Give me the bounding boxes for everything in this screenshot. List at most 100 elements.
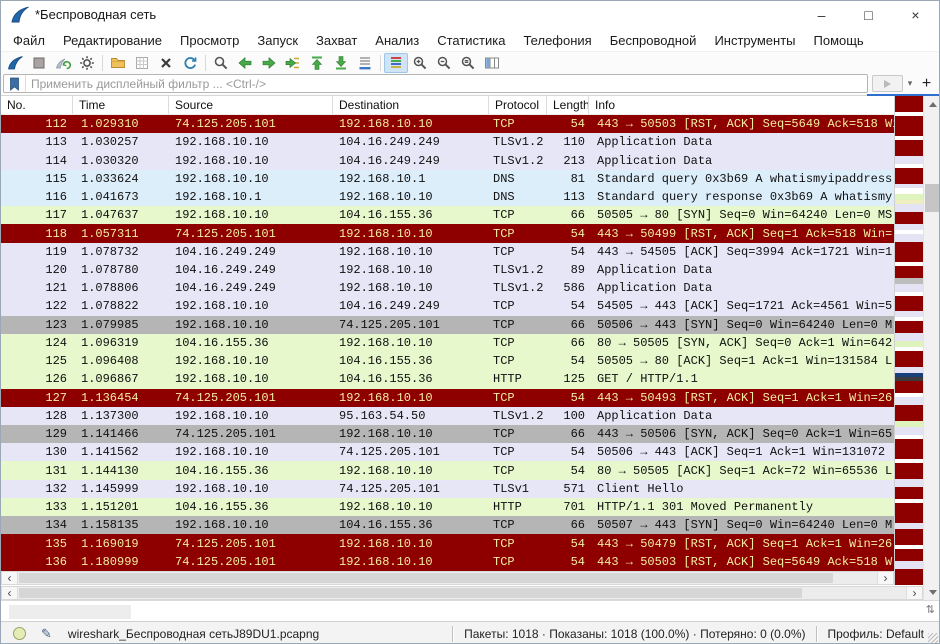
- column-header-destination[interactable]: Destination: [333, 96, 489, 114]
- stop-capture-button[interactable]: [27, 53, 51, 73]
- packet-row-121[interactable]: 1211.078806104.16.249.249192.168.10.10TL…: [1, 279, 894, 297]
- hscroll-right-arrow[interactable]: ›: [877, 572, 893, 584]
- packet-row-136[interactable]: 1361.18099974.125.205.101192.168.10.10TC…: [1, 553, 894, 571]
- hscroll-left-arrow[interactable]: ‹: [2, 572, 18, 584]
- horizontal-scrollbar-list[interactable]: ‹ ›: [1, 571, 894, 585]
- packet-cell-destination: 104.16.249.249: [333, 135, 489, 149]
- go-top-button[interactable]: [305, 53, 329, 73]
- column-header-no[interactable]: No.: [1, 96, 73, 114]
- resize-columns-button[interactable]: [480, 53, 504, 73]
- packet-cell-source: 192.168.10.10: [169, 518, 333, 532]
- menu-item-помощь[interactable]: Помощь: [805, 31, 873, 50]
- packet-row-114[interactable]: 1141.030320192.168.10.10104.16.249.249TL…: [1, 151, 894, 169]
- hscroll2-left-arrow[interactable]: ‹: [2, 587, 18, 599]
- packet-cell-protocol: TCP: [489, 354, 547, 368]
- menu-item-беспроводной[interactable]: Беспроводной: [601, 31, 706, 50]
- hscroll2-thumb[interactable]: [19, 588, 802, 598]
- collapsed-pane-handle[interactable]: [9, 605, 131, 619]
- packet-row-134[interactable]: 1341.158135192.168.10.10104.16.155.36TCP…: [1, 516, 894, 534]
- hscroll2-right-arrow[interactable]: ›: [906, 587, 922, 599]
- menu-item-захват[interactable]: Захват: [307, 31, 366, 50]
- packet-cell-info: 54505 → 443 [ACK] Seq=1721 Ack=4561 Win=…: [589, 299, 894, 313]
- packet-row-120[interactable]: 1201.078780104.16.249.249192.168.10.10TL…: [1, 261, 894, 279]
- zoom-in-button[interactable]: [408, 53, 432, 73]
- colorize-button[interactable]: [384, 53, 408, 73]
- packet-row-130[interactable]: 1301.141562192.168.10.1074.125.205.101TC…: [1, 443, 894, 461]
- go-back-button[interactable]: [233, 53, 257, 73]
- go-forward-button[interactable]: [257, 53, 281, 73]
- packet-cell-time: 1.078806: [73, 281, 169, 295]
- column-header-protocol[interactable]: Protocol: [489, 96, 547, 114]
- packet-row-133[interactable]: 1331.151201104.16.155.36192.168.10.10HTT…: [1, 498, 894, 516]
- capture-options-button[interactable]: [75, 53, 99, 73]
- packet-row-115[interactable]: 1151.033624192.168.10.10192.168.10.1DNS8…: [1, 170, 894, 188]
- packet-row-129[interactable]: 1291.14146674.125.205.101192.168.10.10TC…: [1, 425, 894, 443]
- packet-row-118[interactable]: 1181.05731174.125.205.101192.168.10.10TC…: [1, 224, 894, 242]
- save-file-button[interactable]: [130, 53, 154, 73]
- packet-row-112[interactable]: 1121.02931074.125.205.101192.168.10.10TC…: [1, 115, 894, 133]
- packet-row-124[interactable]: 1241.096319104.16.155.36192.168.10.10TCP…: [1, 334, 894, 352]
- packet-row-128[interactable]: 1281.137300192.168.10.1095.163.54.50TLSv…: [1, 407, 894, 425]
- packet-cell-destination: 192.168.10.10: [333, 500, 489, 514]
- zoom-original-button[interactable]: [456, 53, 480, 73]
- open-file-button[interactable]: [106, 53, 130, 73]
- find-packet-button[interactable]: [209, 53, 233, 73]
- column-header-time[interactable]: Time: [73, 96, 169, 114]
- auto-scroll-button[interactable]: [353, 53, 377, 73]
- packet-cell-source: 74.125.205.101: [169, 537, 333, 551]
- packet-row-113[interactable]: 1131.030257192.168.10.10104.16.249.249TL…: [1, 133, 894, 151]
- packet-cell-protocol: TCP: [489, 391, 547, 405]
- window-title: *Беспроводная сеть: [35, 7, 156, 22]
- packet-row-126[interactable]: 1261.096867192.168.10.10104.16.155.36HTT…: [1, 370, 894, 388]
- column-header-length[interactable]: Length: [547, 96, 589, 114]
- column-header-source[interactable]: Source: [169, 96, 333, 114]
- packet-cell-destination: 192.168.10.10: [333, 391, 489, 405]
- packet-row-123[interactable]: 1231.079985192.168.10.1074.125.205.101TC…: [1, 316, 894, 334]
- maximize-button[interactable]: □: [845, 1, 892, 29]
- scroll-down-arrow[interactable]: [924, 584, 940, 600]
- packet-row-117[interactable]: 1171.047637192.168.10.10104.16.155.36TCP…: [1, 206, 894, 224]
- menu-item-просмотр[interactable]: Просмотр: [171, 31, 248, 50]
- packet-row-131[interactable]: 1311.144130104.16.155.36192.168.10.10TCP…: [1, 461, 894, 479]
- column-header-info[interactable]: Info: [589, 96, 894, 114]
- hscroll-thumb[interactable]: [19, 573, 833, 583]
- expert-info-icon[interactable]: [13, 627, 26, 640]
- packet-row-119[interactable]: 1191.078732104.16.249.249192.168.10.10TC…: [1, 243, 894, 261]
- profile-label[interactable]: Профиль: Default: [828, 627, 925, 641]
- horizontal-scrollbar-lower[interactable]: ‹ ›: [1, 586, 923, 600]
- menu-item-файл[interactable]: Файл: [4, 31, 54, 50]
- capture-comment-icon[interactable]: ✎: [41, 626, 52, 642]
- menu-item-инструменты[interactable]: Инструменты: [705, 31, 804, 50]
- restart-capture-button[interactable]: [51, 53, 75, 73]
- packet-row-122[interactable]: 1221.078822192.168.10.10104.16.249.249TC…: [1, 297, 894, 315]
- menu-item-запуск[interactable]: Запуск: [248, 31, 307, 50]
- menu-item-анализ[interactable]: Анализ: [366, 31, 428, 50]
- packet-row-127[interactable]: 1271.13645474.125.205.101192.168.10.10TC…: [1, 389, 894, 407]
- minimize-button[interactable]: –: [798, 1, 845, 29]
- menu-item-редактирование[interactable]: Редактирование: [54, 31, 171, 50]
- packet-row-125[interactable]: 1251.096408192.168.10.10104.16.155.36TCP…: [1, 352, 894, 370]
- zoom-out-button[interactable]: [432, 53, 456, 73]
- close-button[interactable]: ×: [892, 1, 939, 29]
- start-capture-button[interactable]: [3, 53, 27, 73]
- add-filter-button[interactable]: +: [917, 75, 936, 93]
- resize-grip[interactable]: [928, 633, 938, 643]
- packet-row-116[interactable]: 1161.041673192.168.10.1192.168.10.10DNS1…: [1, 188, 894, 206]
- filter-bookmark-button[interactable]: [4, 75, 26, 92]
- filter-dropdown-caret[interactable]: ▾: [903, 78, 917, 89]
- apply-filter-button[interactable]: [872, 75, 903, 92]
- packet-row-132[interactable]: 1321.145999192.168.10.1074.125.205.101TL…: [1, 480, 894, 498]
- scroll-up-arrow[interactable]: [924, 96, 940, 112]
- reload-file-button[interactable]: [178, 53, 202, 73]
- packet-minimap-scrollbar[interactable]: [894, 96, 923, 585]
- packet-row-135[interactable]: 1351.16901974.125.205.101192.168.10.10TC…: [1, 534, 894, 552]
- go-bottom-button[interactable]: [329, 53, 353, 73]
- menu-item-статистика[interactable]: Статистика: [428, 31, 514, 50]
- vertical-scrollbar[interactable]: [923, 96, 940, 600]
- go-to-packet-button[interactable]: [281, 53, 305, 73]
- display-filter-input[interactable]: [26, 77, 867, 91]
- packet-cell-protocol: TCP: [489, 318, 547, 332]
- vertical-scrollbar-thumb[interactable]: [925, 184, 940, 212]
- close-file-button[interactable]: [154, 53, 178, 73]
- menu-item-телефония[interactable]: Телефония: [514, 31, 600, 50]
